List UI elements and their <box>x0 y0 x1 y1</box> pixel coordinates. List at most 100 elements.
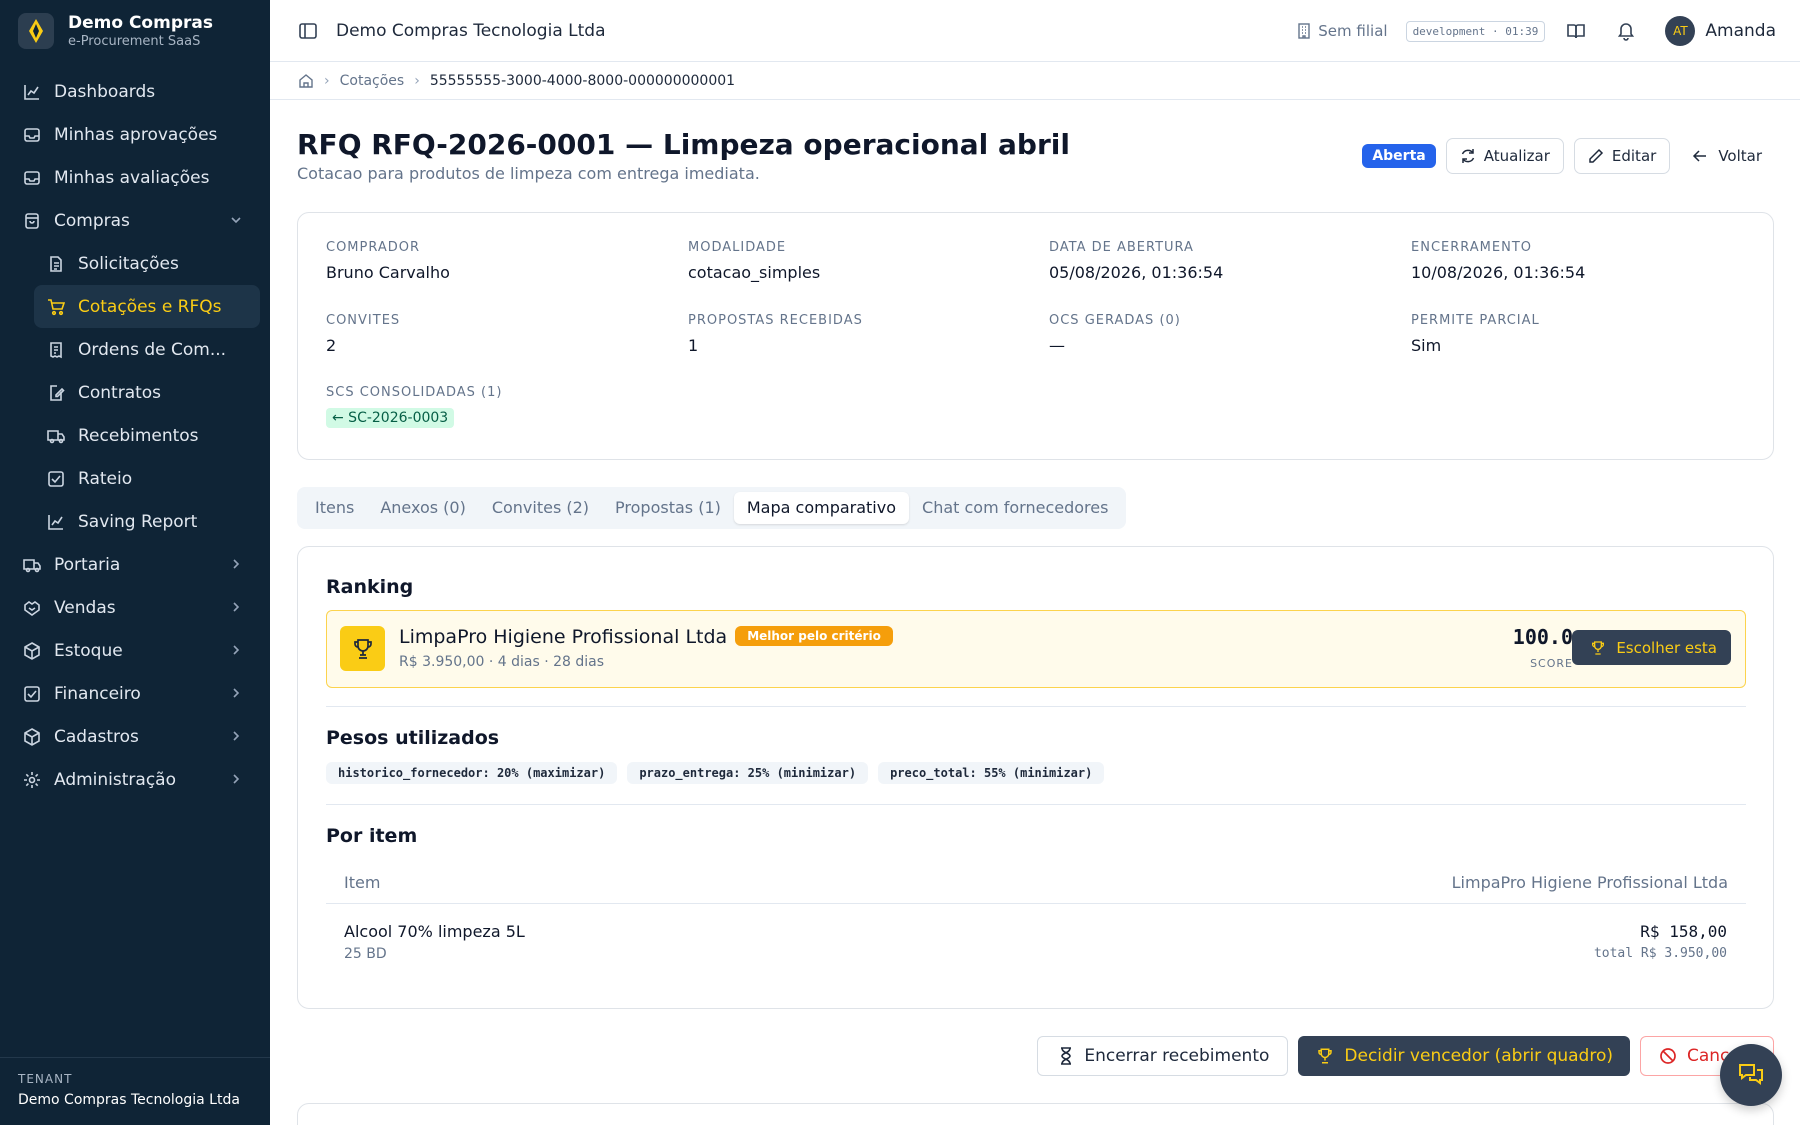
weights-title: Pesos utilizados <box>326 727 500 749</box>
breadcrumb-cotacoes[interactable]: Cotações <box>340 73 405 89</box>
sidebar-item-portaria[interactable]: Portaria <box>0 543 270 586</box>
tabs: Itens Anexos (0) Convites (2) Propostas … <box>297 487 1127 529</box>
sidebar-item-saving-report[interactable]: Saving Report <box>34 500 260 543</box>
field-label: Comprador <box>326 240 421 255</box>
close-receiving-button[interactable]: Encerrar recebimento <box>1037 1036 1289 1076</box>
sidebar-item-label: Financeiro <box>54 683 141 704</box>
chevron-down-icon <box>231 217 241 224</box>
sidebar-item-label: Minhas aprovações <box>54 124 218 145</box>
sidebar-item-label: Dashboards <box>54 81 156 102</box>
avatar[interactable]: AT <box>1665 16 1696 46</box>
sidebar-nav: Dashboards Minhas aprovações Minhas aval… <box>0 62 270 801</box>
sidebar-item-label: Ordens de Com... <box>78 339 227 360</box>
sidebar-item-administracao[interactable]: Administração <box>0 758 270 801</box>
sidebar-item-label: Administração <box>54 769 176 790</box>
sidebar-item-recebimentos[interactable]: Recebimentos <box>34 414 260 457</box>
row-unit-price: R$ 158,00 <box>1640 922 1727 941</box>
field-value: 05/08/2026, 01:36:54 <box>1049 263 1224 282</box>
divider <box>326 804 1746 805</box>
page-title: RFQ RFQ-2026-0001 — Limpeza operacional … <box>297 128 1070 161</box>
tab-itens[interactable]: Itens <box>302 492 367 524</box>
back-label: Voltar <box>1718 147 1762 165</box>
sidebar-item-cotacoes[interactable]: Cotações e RFQs <box>34 285 260 328</box>
docs-button[interactable] <box>1565 20 1587 42</box>
field-scs-consolidadas: SCs consolidadas (1) ← SC-2026-0003 <box>326 385 502 428</box>
breadcrumb: › Cotações › 55555555-3000-4000-8000-000… <box>270 62 1800 100</box>
tab-anexos[interactable]: Anexos (0) <box>367 492 479 524</box>
sidebar-item-contratos[interactable]: Contratos <box>34 371 260 414</box>
tab-mapa-comparativo[interactable]: Mapa comparativo <box>733 492 910 524</box>
box-icon <box>22 727 42 747</box>
notifications-button[interactable] <box>1615 20 1637 42</box>
per-item-title: Por item <box>326 825 418 847</box>
sidebar-toggle-icon[interactable] <box>298 21 318 41</box>
sidebar-item-financeiro[interactable]: Financeiro <box>0 672 270 715</box>
bell-icon <box>1618 23 1635 41</box>
weight-chip: preco_total: 55% (minimizar) <box>878 762 1105 784</box>
home-icon[interactable] <box>298 73 314 89</box>
sidebar-item-label: Vendas <box>54 597 116 618</box>
choose-supplier-button[interactable]: Escolher esta <box>1572 630 1731 665</box>
sidebar-item-ordens[interactable]: Ordens de Com... <box>34 328 260 371</box>
sidebar-item-vendas[interactable]: Vendas <box>0 586 270 629</box>
weight-chip: historico_fornecedor: 20% (maximizar) <box>326 762 618 784</box>
field-label: Convites <box>326 313 401 328</box>
sidebar-item-rateio[interactable]: Rateio <box>34 457 260 500</box>
brand-name: Demo Compras <box>68 12 213 33</box>
user-name[interactable]: Amanda <box>1705 21 1776 41</box>
sc-link-chip[interactable]: ← SC-2026-0003 <box>326 408 455 428</box>
brand-logo-icon <box>18 13 54 49</box>
tab-convites[interactable]: Convites (2) <box>479 492 602 524</box>
chevron-right-icon <box>233 645 240 655</box>
comparative-map-card: Ranking LimpaPro Higiene Profissional Lt… <box>297 546 1774 1009</box>
tab-propostas[interactable]: Propostas (1) <box>602 492 734 524</box>
brand-subtitle: e-Procurement SaaS <box>68 33 201 49</box>
ban-icon <box>1660 1048 1676 1064</box>
tenant-label: TENANT <box>18 1072 73 1086</box>
trophy-icon <box>1318 1048 1333 1064</box>
topbar-company-title: Demo Compras Tecnologia Ltda <box>336 20 606 41</box>
filial-selector[interactable]: Sem filial <box>1296 22 1388 40</box>
field-value: 10/08/2026, 01:36:54 <box>1411 263 1586 282</box>
box-icon <box>22 641 42 661</box>
status-badge: Aberta <box>1362 144 1436 168</box>
sidebar-item-solicitacoes[interactable]: Solicitações <box>34 242 260 285</box>
field-value: — <box>1049 336 1065 355</box>
sidebar-item-cadastros[interactable]: Cadastros <box>0 715 270 758</box>
field-label: Propostas recebidas <box>688 313 863 328</box>
check-square-icon <box>46 469 66 489</box>
bottom-actions: Encerrar recebimento Decidir vencedor (a… <box>1037 1036 1774 1076</box>
chat-fab-button[interactable] <box>1720 1044 1782 1106</box>
chevron-right-icon <box>233 602 240 612</box>
sidebar-item-label: Saving Report <box>78 511 198 532</box>
chart-line-icon <box>46 512 66 532</box>
ranking-title: Ranking <box>326 576 414 598</box>
row-total-price: total R$ 3.950,00 <box>1593 946 1727 961</box>
chart-line-icon <box>22 82 42 102</box>
sidebar-item-minhas-aprovacoes[interactable]: Minhas aprovações <box>0 113 270 156</box>
sidebar-item-compras[interactable]: Compras <box>0 199 270 242</box>
refresh-button[interactable]: Atualizar <box>1445 138 1564 174</box>
field-comprador: Comprador Bruno Carvalho <box>326 240 450 282</box>
field-value: 1 <box>688 336 699 355</box>
edit-button[interactable]: Editar <box>1573 138 1671 174</box>
back-button[interactable]: Voltar <box>1680 138 1774 174</box>
tab-chat-fornecedores[interactable]: Chat com fornecedores <box>909 492 1121 524</box>
field-value: Sim <box>1411 336 1442 355</box>
sidebar-item-dashboards[interactable]: Dashboards <box>0 70 270 113</box>
trophy-icon <box>1592 640 1605 655</box>
per-item-table-header: Item LimpaPro Higiene Profissional Ltda <box>326 870 1746 904</box>
sidebar-item-minhas-avaliacoes[interactable]: Minhas avaliações <box>0 156 270 199</box>
brand[interactable]: Demo Compras e-Procurement SaaS <box>0 0 270 62</box>
field-value: cotacao_simples <box>688 263 821 282</box>
sidebar-item-label: Solicitações <box>78 253 179 274</box>
breadcrumb-current: 55555555-3000-4000-8000-000000000001 <box>429 72 736 89</box>
sidebar-item-label: Minhas avaliações <box>54 167 210 188</box>
close-receiving-label: Encerrar recebimento <box>1084 1046 1270 1066</box>
topbar-right: Sem filial development · 01:39 AT Amanda <box>1296 0 1776 62</box>
weights-list: historico_fornecedor: 20% (maximizar) pr… <box>326 762 1114 784</box>
field-modalidade: Modalidade cotacao_simples <box>688 240 820 282</box>
sidebar-item-estoque[interactable]: Estoque <box>0 629 270 672</box>
decide-winner-button[interactable]: Decidir vencedor (abrir quadro) <box>1298 1036 1630 1076</box>
env-badge: development · 01:39 <box>1405 20 1546 42</box>
